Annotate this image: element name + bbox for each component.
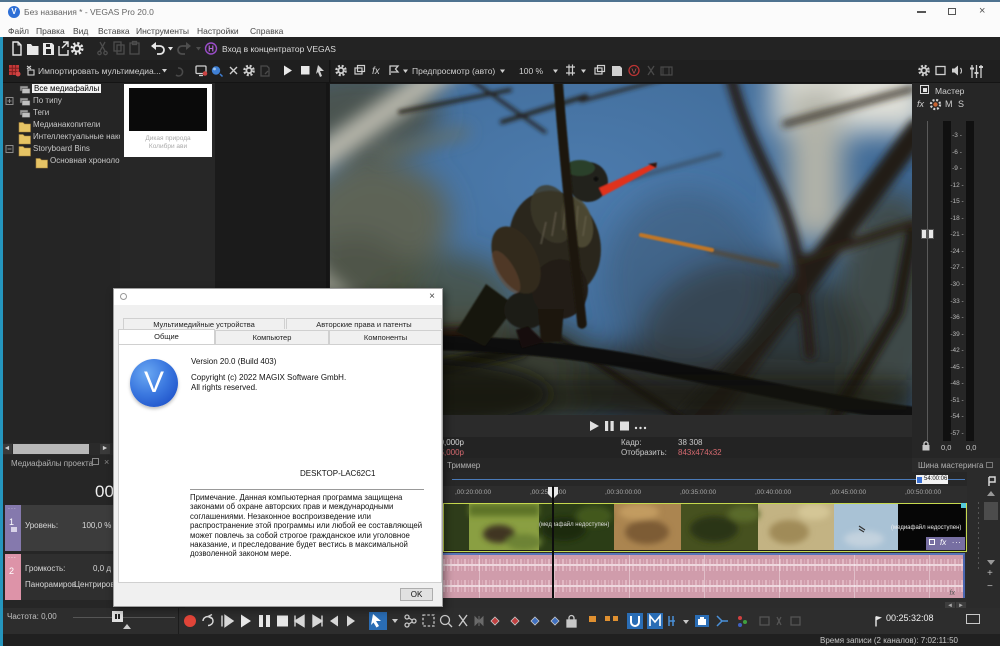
svg-text:fx: fx (372, 66, 381, 77)
svg-text:H: H (208, 45, 214, 54)
svg-text:V: V (631, 67, 636, 76)
